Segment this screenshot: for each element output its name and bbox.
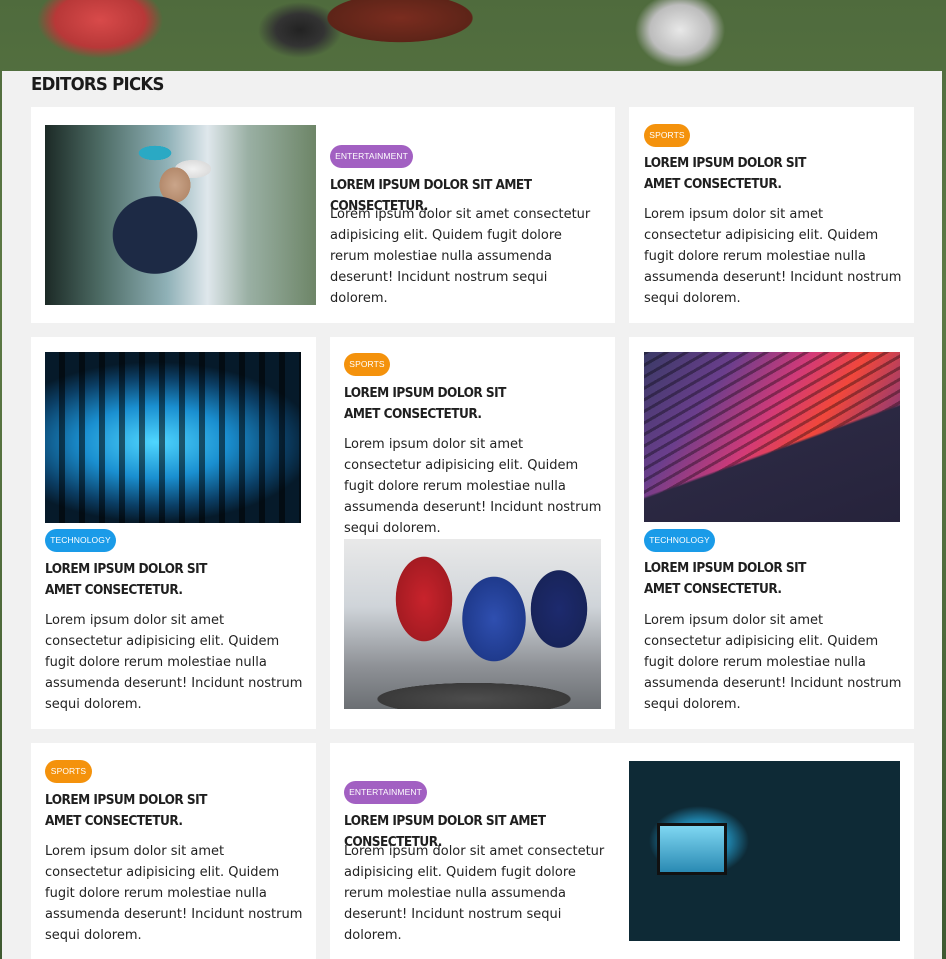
article-excerpt: Lorem ipsum dolor sit amet consectetur a… xyxy=(45,844,303,943)
article-card-sports-2[interactable]: SPORTS LOREM IPSUM DOLOR SIT AMET CONSEC… xyxy=(31,743,316,959)
article-excerpt: Lorem ipsum dolor sit amet consectetur a… xyxy=(644,207,902,306)
article-card-servers[interactable]: TECHNOLOGY LOREM IPSUM DOLOR SIT AMET CO… xyxy=(31,337,316,729)
article-image-vr-headset[interactable] xyxy=(45,125,316,305)
article-image-video-camera[interactable] xyxy=(629,761,900,941)
article-title[interactable]: LOREM IPSUM DOLOR SIT AMET CONSECTETUR. xyxy=(644,153,833,195)
article-excerpt: Lorem ipsum dolor sit amet consectetur a… xyxy=(344,437,602,536)
article-title[interactable]: LOREM IPSUM DOLOR SIT AMET CONSECTETUR. xyxy=(45,790,234,832)
category-badge-sports[interactable]: SPORTS xyxy=(644,124,690,147)
article-title[interactable]: LOREM IPSUM DOLOR SIT AMET CONSECTETUR. xyxy=(644,558,833,600)
article-image-servers[interactable] xyxy=(45,352,301,523)
category-badge-sports[interactable]: SPORTS xyxy=(344,353,390,376)
article-image-laptop[interactable] xyxy=(644,352,900,522)
section-title: EDITORS PICKS xyxy=(31,74,164,95)
category-badge-technology[interactable]: TECHNOLOGY xyxy=(45,529,116,552)
camera-screen xyxy=(657,823,727,875)
article-title[interactable]: LOREM IPSUM DOLOR SIT AMET CONSECTETUR. xyxy=(45,559,234,601)
article-excerpt: Lorem ipsum dolor sit amet consectetur a… xyxy=(330,207,591,306)
article-card-vr[interactable]: ENTERTAINMENT LOREM IPSUM DOLOR SIT AMET… xyxy=(31,107,615,323)
category-badge-sports[interactable]: SPORTS xyxy=(45,760,92,783)
article-image-cyclists[interactable] xyxy=(344,539,601,709)
article-excerpt: Lorem ipsum dolor sit amet consectetur a… xyxy=(644,613,902,712)
article-card-laptop[interactable]: TECHNOLOGY LOREM IPSUM DOLOR SIT AMET CO… xyxy=(629,337,914,729)
article-excerpt: Lorem ipsum dolor sit amet consectetur a… xyxy=(344,844,605,943)
article-excerpt: Lorem ipsum dolor sit amet consectetur a… xyxy=(45,613,303,712)
article-card-sports[interactable]: SPORTS LOREM IPSUM DOLOR SIT AMET CONSEC… xyxy=(629,107,914,323)
article-card-camera[interactable]: ENTERTAINMENT LOREM IPSUM DOLOR SIT AMET… xyxy=(330,743,914,959)
category-badge-technology[interactable]: TECHNOLOGY xyxy=(644,529,715,552)
article-card-cycling[interactable]: SPORTS LOREM IPSUM DOLOR SIT AMET CONSEC… xyxy=(330,337,615,729)
article-title[interactable]: LOREM IPSUM DOLOR SIT AMET CONSECTETUR. xyxy=(344,383,533,425)
category-badge-entertainment[interactable]: ENTERTAINMENT xyxy=(344,781,427,804)
category-badge-entertainment[interactable]: ENTERTAINMENT xyxy=(330,145,413,168)
